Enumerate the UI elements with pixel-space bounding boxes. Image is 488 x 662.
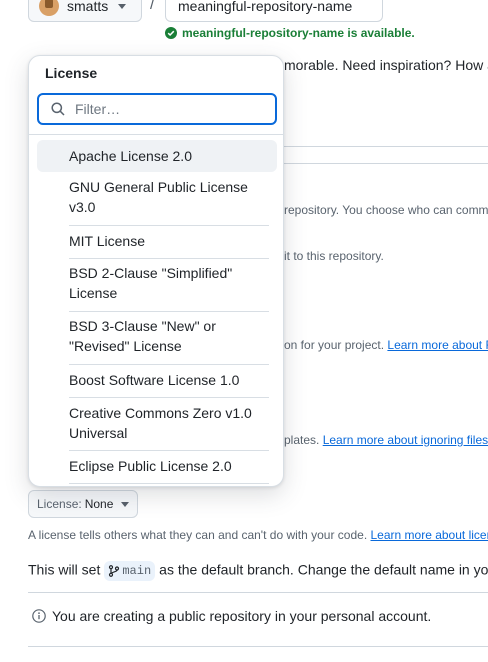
license-option-bsd-2[interactable]: BSD 2-Clause "Simplified" License (37, 263, 277, 303)
branch-pill: main (104, 561, 156, 581)
license-button-prefix: License: (37, 497, 82, 511)
option-label-cont: v3.0 (69, 199, 96, 215)
license-learn-more-link[interactable]: Learn more about licen (371, 528, 488, 542)
filter-box[interactable] (37, 93, 277, 125)
divider (270, 163, 488, 164)
gitignore-description: plates. Learn more about ignoring files. (284, 433, 488, 447)
dropdown-title: License (45, 65, 98, 81)
option-label-cont: License (69, 285, 118, 301)
avatar (39, 0, 59, 16)
license-description: A license tells others what they can and… (28, 528, 488, 542)
option-label: BSD 2-Clause "Simplified" (69, 265, 233, 281)
availability-text: meaningful-repository-name is available. (182, 26, 415, 40)
info-icon (32, 609, 46, 623)
availability-message: meaningful-repository-name is available. (165, 26, 415, 40)
commit-description: it to this repository. (284, 249, 384, 263)
check-circle-icon (165, 27, 177, 39)
license-option-gpl-3[interactable]: GNU General Public License v3.0 (37, 177, 277, 217)
option-label-cont: Universal (69, 425, 128, 441)
option-label: Creative Commons Zero v1.0 (69, 405, 252, 421)
option-label: MIT License (69, 233, 145, 249)
option-label: Apache License 2.0 (69, 148, 192, 164)
git-branch-icon (109, 565, 120, 577)
description-input[interactable] (270, 116, 488, 147)
divider (28, 646, 488, 647)
option-divider (69, 397, 269, 398)
owner-repo-separator: / (150, 0, 155, 13)
branch-name: main (122, 564, 152, 578)
option-divider (69, 450, 269, 451)
option-divider (69, 483, 269, 484)
license-option-apache-2[interactable]: Apache License 2.0 (37, 140, 277, 172)
search-icon (51, 102, 65, 116)
branch-prefix: This will set (28, 561, 101, 578)
option-label: Boost Software License 1.0 (69, 372, 240, 388)
divider (28, 592, 488, 593)
default-branch-note: This will set main as the default branch. … (28, 561, 488, 581)
owner-name: smatts (67, 0, 109, 14)
license-option-cc0[interactable]: Creative Commons Zero v1.0 Universal (37, 403, 277, 443)
notice-text: You are creating a public repository in … (52, 608, 432, 624)
readme-description-text: on for your project. (284, 338, 385, 352)
option-divider (69, 225, 269, 226)
public-repo-notice: You are creating a public repository in … (32, 608, 431, 624)
chevron-down-icon (118, 3, 127, 9)
description-hint: morable. Need inspiration? How a (284, 57, 488, 73)
branch-suffix: as the default branch. Change the defaul… (159, 561, 488, 578)
gitignore-description-text: plates. (284, 433, 320, 447)
license-dropdown: License Apache License 2.0 GNU General P… (28, 55, 284, 487)
dropdown-divider (29, 134, 283, 135)
option-label: GNU General Public License (69, 179, 248, 195)
license-filter-input[interactable] (73, 100, 257, 118)
option-label: Eclipse Public License 2.0 (69, 458, 232, 474)
owner-select-button[interactable]: smatts (28, 0, 142, 22)
license-select-button[interactable]: License: None (28, 490, 139, 518)
license-description-text: A license tells others what they can and… (28, 528, 368, 542)
license-button-value: None (84, 497, 114, 511)
license-option-epl-2[interactable]: Eclipse Public License 2.0 (37, 456, 277, 476)
visibility-description: repository. You choose who can comm (284, 203, 488, 217)
license-option-boost[interactable]: Boost Software License 1.0 (37, 370, 277, 390)
readme-learn-more-link[interactable]: Learn more about R (387, 338, 488, 352)
option-divider (69, 258, 269, 259)
repository-name-input[interactable] (165, 0, 383, 22)
option-label: BSD 3-Clause "New" or (69, 318, 216, 334)
option-divider (69, 311, 269, 312)
option-divider (69, 364, 269, 365)
readme-description: on for your project. Learn more about R (284, 338, 488, 352)
option-label-cont: "Revised" License (69, 338, 182, 354)
license-option-bsd-3[interactable]: BSD 3-Clause "New" or "Revised" License (37, 316, 277, 356)
gitignore-learn-more-link[interactable]: Learn more about ignoring files. (323, 433, 488, 447)
license-option-mit[interactable]: MIT License (37, 231, 277, 251)
chevron-down-icon (121, 501, 130, 507)
